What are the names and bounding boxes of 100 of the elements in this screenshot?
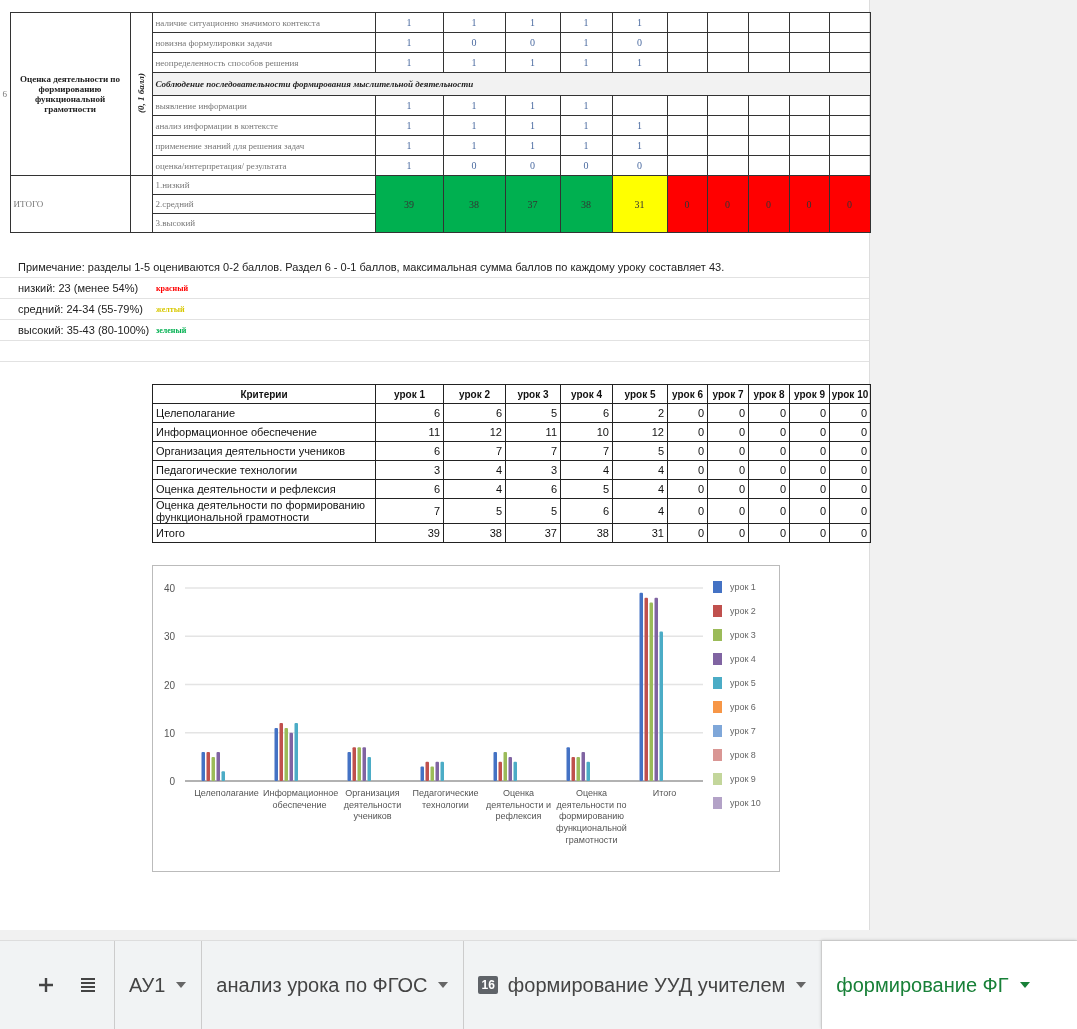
axis-tick-label: 20 xyxy=(163,679,175,691)
score-cell: 0 xyxy=(707,523,749,543)
level-range: средний: 24-34 (55-79%) xyxy=(17,303,144,315)
score-cell: 6 xyxy=(375,479,444,499)
score-cell: 7 xyxy=(505,441,561,461)
caret-icon xyxy=(175,981,188,989)
menu-icon[interactable] xyxy=(80,977,96,993)
column-header: Критерии xyxy=(152,384,376,404)
legend-label: урок 5 xyxy=(730,677,756,688)
score-cell: 1 xyxy=(471,100,477,111)
score-cell: 4 xyxy=(612,498,668,524)
score-cell: 1 xyxy=(583,17,589,28)
criterion-cell: новизна формулировки задачи xyxy=(152,32,375,53)
score-cell: 6 xyxy=(560,403,613,423)
score-cell: 0 xyxy=(637,37,642,48)
score-cell: 4 xyxy=(612,460,668,480)
score-cell: 6 xyxy=(443,403,506,423)
legend-swatch xyxy=(713,772,722,785)
score-cell: 0 xyxy=(667,498,708,524)
score-cell: 1 xyxy=(471,120,477,131)
score-cell: 0 xyxy=(789,523,830,543)
axis-tick-label: 10 xyxy=(163,727,175,739)
criterion-cell: анализ информации в контексте xyxy=(152,115,375,136)
total-score-cell: 0 xyxy=(667,175,707,233)
total-label: ИТОГО xyxy=(10,175,130,233)
score-cell: 1 xyxy=(637,17,642,28)
sheet-tab[interactable]: формирование ФГ xyxy=(821,941,1077,1029)
criterion-cell: Организация деятельности учеников xyxy=(152,441,376,461)
legend-label: урок 3 xyxy=(730,629,756,640)
score-cell: 1 xyxy=(530,140,535,151)
caret-icon xyxy=(795,981,808,989)
legend-swatch xyxy=(713,724,722,737)
score-cell: 1 xyxy=(637,57,642,68)
caret-icon xyxy=(437,981,450,989)
note-text: Примечание: разделы 1-5 оцениваются 0-2 баллов. Раздел 6 - 0-1 баллов, максимальная сумма баллов по каждому уроку составляет 43. xyxy=(18,261,725,273)
score-cell: 6 xyxy=(560,498,613,524)
score-cell: 38 xyxy=(443,523,506,543)
score-cell: 0 xyxy=(707,460,749,480)
score-cell: 0 xyxy=(471,160,477,171)
total-score-cell: 0 xyxy=(789,175,829,233)
row-number: 6 xyxy=(2,89,7,99)
score-cell: 0 xyxy=(707,479,749,499)
criterion-cell: Итого xyxy=(152,523,376,543)
score-cell: 0 xyxy=(583,160,589,171)
score-cell: 0 xyxy=(471,37,477,48)
score-cell: 0 xyxy=(748,403,790,423)
score-cell: 5 xyxy=(505,403,561,423)
score-cell: 0 xyxy=(829,422,871,442)
score-cell: 0 xyxy=(748,460,790,480)
column-header: урок 2 xyxy=(443,384,506,404)
score-cell: 0 xyxy=(667,422,708,442)
score-cell: 39 xyxy=(375,523,444,543)
score-cell: 11 xyxy=(505,422,561,442)
score-cell: 5 xyxy=(560,479,613,499)
score-cell: 11 xyxy=(375,422,444,442)
score-cell: 31 xyxy=(612,523,668,543)
sheet-tab[interactable]: анализ урока по ФГОС xyxy=(201,941,464,1029)
score-cell: 10 xyxy=(560,422,613,442)
caret-icon xyxy=(1018,981,1031,989)
column-header: урок 9 xyxy=(789,384,830,404)
legend-swatch xyxy=(713,580,722,593)
score-cell: 2 xyxy=(612,403,668,423)
score-cell: 1 xyxy=(406,160,412,171)
score-cell: 7 xyxy=(443,441,506,461)
score-cell: 0 xyxy=(748,498,790,524)
score-cell: 1 xyxy=(471,57,477,68)
category-label: Педагогические технологии xyxy=(411,788,480,812)
column-header: урок 5 xyxy=(612,384,668,404)
score-cell: 1 xyxy=(530,120,535,131)
score-cell: 0 xyxy=(748,523,790,543)
legend-swatch xyxy=(713,628,722,641)
score-cell: 1 xyxy=(583,100,589,111)
add-icon[interactable] xyxy=(38,977,54,993)
legend-swatch xyxy=(713,676,722,689)
level-cell: 1.низкий xyxy=(152,175,375,195)
score-cell: 7 xyxy=(560,441,613,461)
score-cell: 37 xyxy=(505,523,561,543)
score-cell: 0 xyxy=(789,441,830,461)
sheet-tab[interactable]: АУ1 xyxy=(114,941,202,1029)
total-score-cell: 39 xyxy=(375,175,443,233)
score-cell: 0 xyxy=(748,422,790,442)
score-cell: 0 xyxy=(789,422,830,442)
score-cell: 1 xyxy=(530,57,535,68)
score-cell: 5 xyxy=(612,441,668,461)
score-cell: 0 xyxy=(637,160,642,171)
criterion-cell: неопределенность способов решения xyxy=(152,52,375,73)
score-cell: 1 xyxy=(406,17,412,28)
score-cell: 1 xyxy=(637,140,642,151)
score-cell: 12 xyxy=(443,422,506,442)
color-word: желтый xyxy=(155,304,185,314)
score-cell: 0 xyxy=(829,479,871,499)
score-cell: 6 xyxy=(505,479,561,499)
column-header: урок 3 xyxy=(505,384,561,404)
column-header: урок 7 xyxy=(707,384,749,404)
axis-tick-label: 40 xyxy=(163,583,175,594)
legend-label: урок 1 xyxy=(730,581,756,592)
total-score-cell: 38 xyxy=(443,175,505,233)
axis-tick-label: 30 xyxy=(163,631,175,643)
total-score-cell: 0 xyxy=(748,175,789,233)
score-cell: 0 xyxy=(789,460,830,480)
